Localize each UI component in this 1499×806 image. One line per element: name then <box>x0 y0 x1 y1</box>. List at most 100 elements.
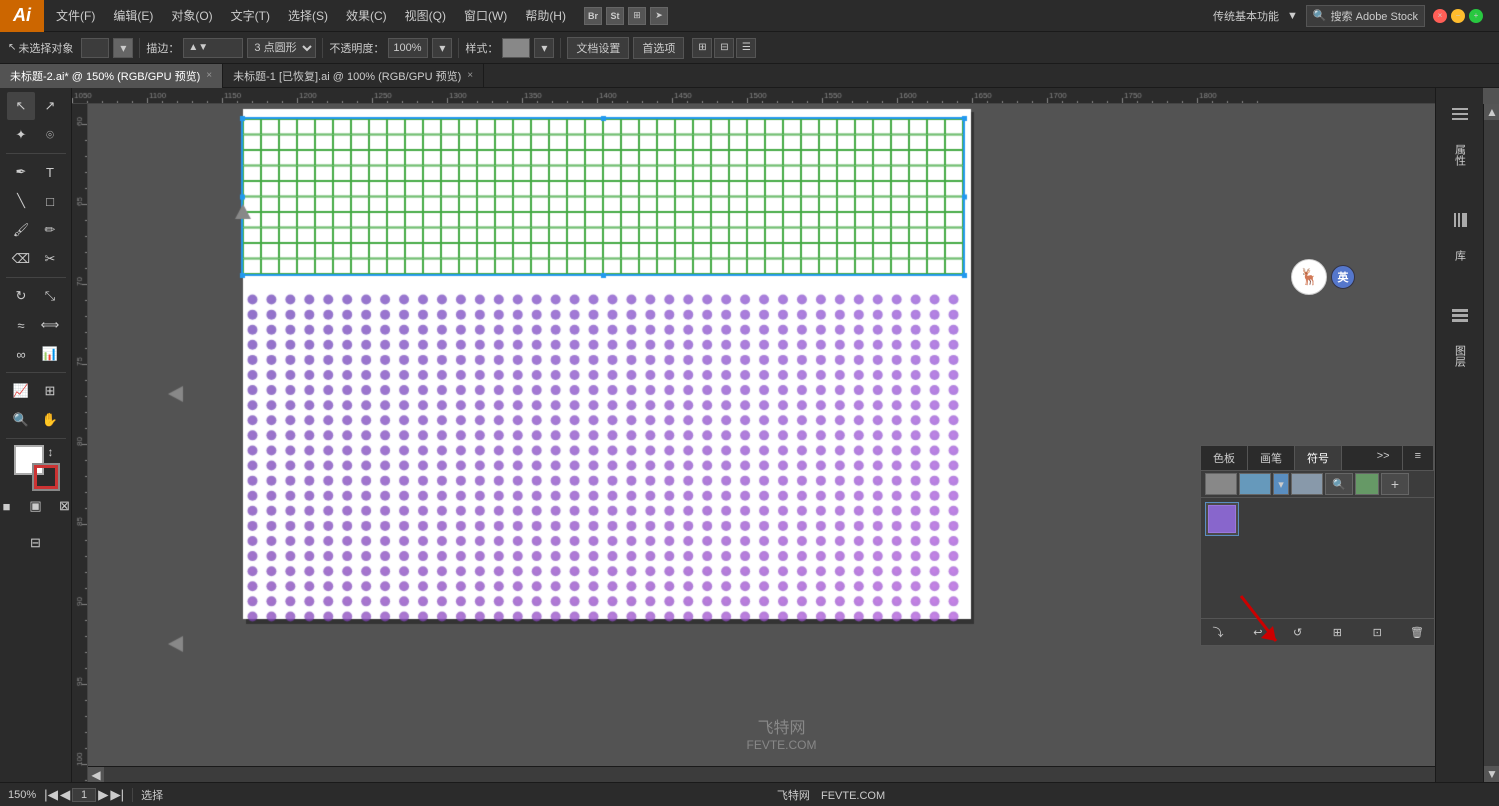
page-prev-btn[interactable]: ◀ <box>60 787 70 803</box>
menu-text[interactable]: 文字(T) <box>223 3 278 28</box>
arrange-btn[interactable]: ⊞ <box>692 38 712 58</box>
stroke-type-select[interactable]: 3 点圆形 <box>247 38 316 58</box>
stock-icon[interactable]: St <box>606 7 624 25</box>
magic-wand-tool[interactable]: ✦ <box>7 121 35 149</box>
maximize-btn[interactable]: + <box>1469 9 1483 23</box>
canvas-area[interactable]: 🦌 英 飞特网 FEVTE.COM <box>88 104 1475 782</box>
blend-tool[interactable]: ∞ <box>7 340 35 368</box>
sym-tab-symbols[interactable]: 符号 <box>1295 446 1342 470</box>
tab-1[interactable]: 未标题-2.ai* @ 150% (RGB/GPU 预览) × <box>0 64 223 88</box>
page-input[interactable] <box>72 788 96 802</box>
distribute-btn[interactable]: ☰ <box>736 38 756 58</box>
lasso-tool[interactable]: ⌾ <box>36 121 64 149</box>
layers-panel-btn[interactable] <box>1442 297 1478 333</box>
menu-window[interactable]: 窗口(W) <box>456 3 515 28</box>
opacity-options[interactable]: ▾ <box>432 38 452 58</box>
left-tools: ↖ ↗ ✦ ⌾ ✒ T ╲ □ 🖌 ✏ ⌫ ✂ ↻ ⤡ ≈ ⟺ ∞ 📊 📈 ⊞ … <box>0 88 72 782</box>
menu-help[interactable]: 帮助(H) <box>517 3 574 28</box>
width-tool[interactable]: ⟺ <box>36 311 64 339</box>
sym-btn-4[interactable] <box>1355 473 1379 495</box>
workspace-dropdown[interactable]: ▼ <box>1287 10 1298 22</box>
pen-tool[interactable]: ✒ <box>7 158 35 186</box>
color-mode-none[interactable]: ⊠ <box>51 492 73 520</box>
menu-select[interactable]: 选择(S) <box>280 3 336 28</box>
library-panel-btn[interactable] <box>1442 202 1478 238</box>
tab-1-close[interactable]: × <box>206 70 212 81</box>
sym-edit-btn[interactable]: ⊞ <box>1326 623 1348 641</box>
swap-icon[interactable]: ↕ <box>48 445 58 455</box>
chart-tool[interactable]: 📊 <box>36 340 64 368</box>
sym-place-btn[interactable]: ⤵ <box>1207 623 1229 641</box>
stroke-input[interactable]: ▲▼ <box>183 38 243 58</box>
scroll-left-btn[interactable]: ◀ <box>88 767 104 783</box>
menu-edit[interactable]: 编辑(E) <box>105 3 161 28</box>
sym-break-btn[interactable]: ↩ <box>1247 623 1269 641</box>
rotate-tool[interactable]: ↻ <box>7 282 35 310</box>
close-btn[interactable]: × <box>1433 9 1447 23</box>
type-tool[interactable]: T <box>36 158 64 186</box>
opacity-input[interactable] <box>388 38 428 58</box>
sym-reset-btn[interactable]: ↺ <box>1287 623 1309 641</box>
sym-panel-more[interactable]: >> <box>1365 446 1403 470</box>
pencil-tool[interactable]: ✏ <box>36 216 64 244</box>
scroll-v[interactable]: ▲ ▼ <box>1483 104 1499 782</box>
align-btn[interactable]: ⊟ <box>714 38 734 58</box>
page-first-btn[interactable]: |◀ <box>44 787 58 803</box>
tab-2[interactable]: 未标题-1 [已恢复].ai @ 100% (RGB/GPU 预览) × <box>223 64 484 88</box>
style-swatch[interactable] <box>502 38 530 58</box>
mesh-tool[interactable]: ⊞ <box>36 377 64 405</box>
scale-tool[interactable]: ⤡ <box>36 282 64 310</box>
search-stock[interactable]: 🔍搜索 Adobe Stock <box>1306 5 1425 27</box>
doc-setup-btn[interactable]: 文档设置 <box>567 37 629 59</box>
eraser-tool[interactable]: ⌫ <box>7 245 35 273</box>
minimize-btn[interactable]: − <box>1451 9 1465 23</box>
sym-tab-swatches[interactable]: 色板 <box>1201 446 1248 470</box>
rect-tool[interactable]: □ <box>36 187 64 215</box>
sym-duplicate-btn[interactable]: ⊡ <box>1366 623 1388 641</box>
main-canvas <box>88 104 1475 782</box>
sym-btn-2[interactable] <box>1239 473 1271 495</box>
scroll-down-btn[interactable]: ▼ <box>1484 766 1499 782</box>
fill-color-swatch[interactable] <box>81 38 109 58</box>
scroll-up-btn[interactable]: ▲ <box>1484 104 1499 120</box>
sym-tab-brushes[interactable]: 画笔 <box>1248 446 1295 470</box>
artboard-tool[interactable]: ⊟ <box>22 529 50 557</box>
scissors-tool[interactable]: ✂ <box>36 245 64 273</box>
fill-dropdown[interactable]: ▾ <box>113 38 133 58</box>
scroll-h[interactable]: ◀ ▶ <box>88 766 1483 782</box>
sym-panel-menu[interactable]: ≡ <box>1403 446 1434 470</box>
sym-search-btn[interactable]: 🔍 <box>1325 473 1353 495</box>
workspace-label[interactable]: 传统基本功能 <box>1213 8 1279 24</box>
color-mode-gradient[interactable]: ▣ <box>22 492 50 520</box>
warp-tool[interactable]: ≈ <box>7 311 35 339</box>
sym-dropdown-btn[interactable]: ▾ <box>1273 473 1289 495</box>
color-mode-solid[interactable]: ■ <box>0 492 21 520</box>
menu-view[interactable]: 视图(Q) <box>397 3 454 28</box>
style-dropdown[interactable]: ▾ <box>534 38 554 58</box>
ime-en-indicator[interactable]: 英 <box>1331 265 1355 289</box>
tab-2-close[interactable]: × <box>467 70 473 81</box>
stroke-swatch[interactable] <box>34 465 58 489</box>
properties-panel-btn[interactable] <box>1442 96 1478 132</box>
select-tool[interactable]: ↖ <box>7 92 35 120</box>
menu-object[interactable]: 对象(O) <box>163 3 220 28</box>
direct-select-tool[interactable]: ↗ <box>36 92 64 120</box>
column-graph-tool[interactable]: 📈 <box>7 377 35 405</box>
hand-tool[interactable]: ✋ <box>36 406 64 434</box>
layout-icon[interactable]: ⊞ <box>628 7 646 25</box>
sym-delete-btn[interactable]: 🗑 <box>1406 623 1428 641</box>
page-last-btn[interactable]: ▶| <box>110 787 124 803</box>
preferences-btn[interactable]: 首选项 <box>633 37 684 59</box>
arrow-icon[interactable]: ➤ <box>650 7 668 25</box>
sym-item-1[interactable] <box>1205 502 1239 536</box>
sym-btn-3[interactable] <box>1291 473 1323 495</box>
bridge-icon[interactable]: Br <box>584 7 602 25</box>
menu-file[interactable]: 文件(F) <box>48 3 103 28</box>
sym-add-btn[interactable]: + <box>1381 473 1409 495</box>
zoom-tool[interactable]: 🔍 <box>7 406 35 434</box>
line-tool[interactable]: ╲ <box>7 187 35 215</box>
page-next-btn[interactable]: ▶ <box>98 787 108 803</box>
sym-btn-1[interactable] <box>1205 473 1237 495</box>
menu-effect[interactable]: 效果(C) <box>338 3 395 28</box>
paintbrush-tool[interactable]: 🖌 <box>7 216 35 244</box>
